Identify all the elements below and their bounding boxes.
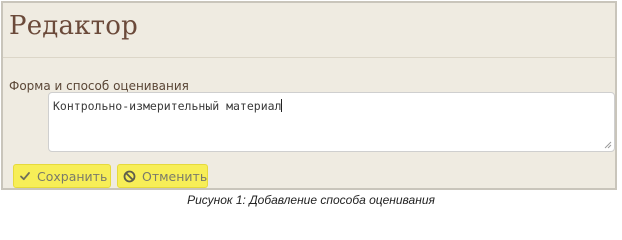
no-entry-icon (123, 169, 136, 183)
cancel-button-label: Отменить (142, 168, 208, 184)
editor-panel: Редактор Форма и способ оценивания Контр… (1, 1, 617, 190)
title-divider (3, 57, 615, 58)
assessment-form-label: Форма и способ оценивания (9, 79, 189, 93)
assessment-form-textarea[interactable]: Контрольно-измерительный материал (48, 92, 615, 152)
assessment-form-value: Контрольно-измерительный материал (53, 99, 282, 113)
text-caret (281, 99, 283, 112)
figure-caption: Рисунок 1: Добавление способа оценивания (187, 193, 435, 207)
editor-title: Редактор (9, 11, 138, 41)
resize-grip-icon[interactable] (604, 141, 612, 149)
save-button-label: Сохранить (37, 168, 108, 184)
save-button[interactable]: Сохранить (13, 164, 111, 188)
check-icon (19, 169, 31, 183)
cancel-button[interactable]: Отменить (117, 164, 208, 188)
